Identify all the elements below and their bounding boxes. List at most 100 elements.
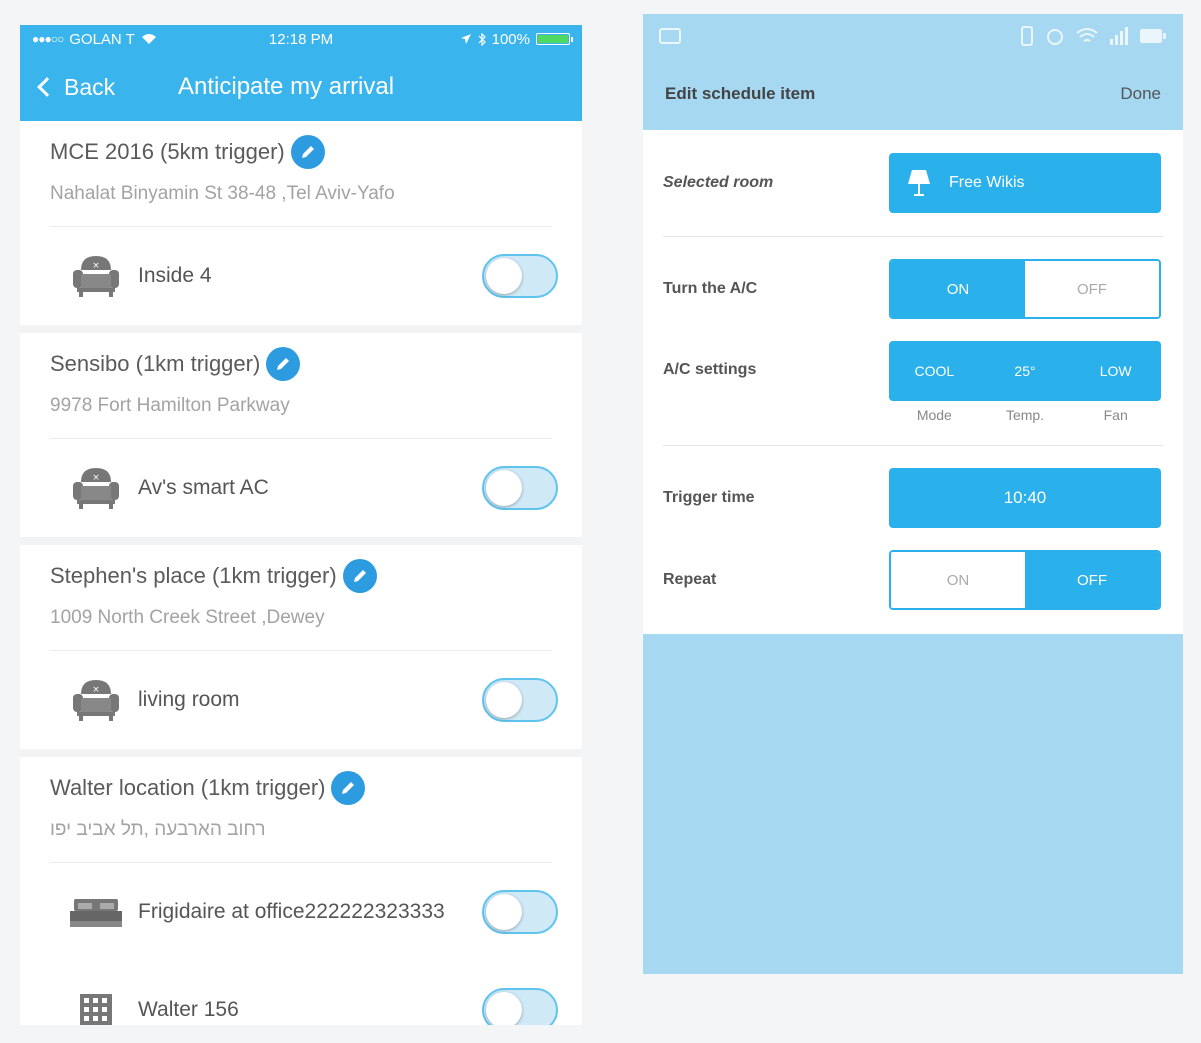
battery-icon: [536, 33, 573, 45]
device-row: × living room: [20, 651, 582, 749]
device-label: Inside 4: [138, 264, 212, 287]
turn-ac-off-option[interactable]: OFF: [1025, 261, 1159, 317]
device-toggle[interactable]: [482, 466, 558, 510]
wifi-icon: [1076, 28, 1098, 42]
building-icon: [68, 985, 124, 1025]
armchair-icon: ×: [68, 675, 124, 725]
done-button[interactable]: Done: [1120, 84, 1161, 104]
svg-text:×: ×: [92, 473, 100, 483]
toolbar-title: Edit schedule item: [665, 84, 816, 103]
device-row: Frigidaire at office222222323333: [20, 863, 582, 961]
device-toggle[interactable]: [482, 254, 558, 298]
toggle-knob: [486, 894, 522, 930]
edit-location-button[interactable]: [331, 771, 366, 805]
pencil-icon: [277, 358, 290, 370]
pencil-icon: [301, 146, 314, 158]
repeat-on-option[interactable]: ON: [891, 552, 1025, 608]
location-title-row: Walter location (1km trigger): [50, 771, 552, 805]
location-list: MCE 2016 (5km trigger) Nahalat Binyamin …: [20, 121, 582, 1025]
device-label: living room: [138, 688, 240, 711]
device-row: × Av's smart AC: [20, 439, 582, 537]
edit-location-button[interactable]: [290, 135, 325, 169]
back-button[interactable]: Back: [20, 74, 115, 101]
temp-caption: Temp.: [1005, 407, 1045, 423]
location-arrow-icon: [460, 34, 471, 44]
toggle-knob: [486, 682, 522, 718]
location-title-row: MCE 2016 (5km trigger): [50, 135, 552, 169]
pencil-icon: [353, 570, 366, 582]
selected-room-value: Free Wikis: [949, 174, 1025, 191]
notification-icon: [659, 28, 681, 44]
selected-room-button[interactable]: Free Wikis: [889, 153, 1161, 213]
device-toggle[interactable]: [482, 678, 558, 722]
location-group: Stephen's place (1km trigger) 1009 North…: [20, 545, 582, 757]
ac-settings-label: A/C settings: [663, 361, 757, 378]
status-right: 100%: [460, 30, 573, 48]
turn-ac-on-option[interactable]: ON: [891, 261, 1025, 317]
mode-value[interactable]: COOL: [889, 363, 980, 379]
vibrate-icon: [1021, 26, 1033, 46]
device-toggle[interactable]: [482, 890, 558, 934]
edit-location-button[interactable]: [342, 559, 377, 593]
trigger-time-row: Trigger time 10:40: [643, 468, 1183, 528]
location-title: Stephen's place (1km trigger): [50, 563, 337, 588]
svg-text:×: ×: [92, 685, 100, 695]
fan-value[interactable]: LOW: [1070, 363, 1161, 379]
location-title-row: Stephen's place (1km trigger): [50, 559, 552, 593]
android-status-bar: [643, 14, 1183, 58]
battery-icon: [1140, 29, 1166, 43]
location-title: Walter location (1km trigger): [50, 775, 326, 800]
location-title: MCE 2016 (5km trigger): [50, 139, 285, 164]
device-label: Av's smart AC: [138, 476, 269, 499]
chevron-left-icon: [37, 77, 57, 97]
mode-caption: Mode: [916, 407, 952, 423]
repeat-segmented: ON OFF: [889, 550, 1161, 610]
location-group: Sensibo (1km trigger) 9978 Fort Hamilton…: [20, 333, 582, 545]
alarm-icon: [1047, 29, 1063, 45]
trigger-time-button[interactable]: 10:40: [889, 468, 1161, 528]
battery-percent: 100%: [491, 30, 530, 48]
ac-settings-captions: Mode Temp. Fan: [889, 407, 1161, 423]
toggle-knob: [486, 992, 522, 1025]
device-row: Walter 156: [20, 961, 582, 1025]
location-group: Walter location (1km trigger) רחוב הארבע…: [20, 757, 582, 1025]
bluetooth-icon: [478, 32, 486, 46]
armchair-icon: ×: [68, 251, 124, 301]
trigger-time-label: Trigger time: [663, 489, 755, 506]
signal-icon: [1110, 27, 1128, 45]
repeat-label: Repeat: [663, 571, 717, 588]
ios-screen: ●●●○○ GOLAN T 12:18 PM 100% Back Anticip…: [20, 25, 582, 1025]
schedule-form: Selected room Free Wikis Turn the A/C ON…: [643, 130, 1183, 634]
bed-icon: [68, 887, 124, 937]
location-title: Sensibo (1km trigger): [50, 351, 261, 376]
ac-settings-control: COOL 25° LOW Mode Temp. Fan: [889, 341, 1161, 423]
device-label: Frigidaire at office222222323333: [138, 900, 445, 923]
device-toggle[interactable]: [482, 988, 558, 1025]
pencil-icon: [342, 782, 355, 794]
armchair-icon: ×: [68, 463, 124, 513]
turn-ac-label: Turn the A/C: [663, 280, 758, 297]
svg-text:×: ×: [92, 261, 100, 271]
toolbar: Edit schedule item Done: [643, 58, 1183, 130]
turn-ac-segmented: ON OFF: [889, 259, 1161, 319]
location-address: Nahalat Binyamin St 38-48 ,Tel Aviv-Yafo: [50, 183, 395, 204]
device-row: × Inside 4: [20, 227, 582, 325]
ac-settings-row: A/C settings COOL 25° LOW Mode Temp. Fan: [643, 341, 1183, 423]
status-bar: ●●●○○ GOLAN T 12:18 PM 100%: [20, 25, 582, 53]
selected-room-label: Selected room: [663, 174, 774, 191]
nav-bar: Back Anticipate my arrival: [20, 53, 582, 121]
location-header: MCE 2016 (5km trigger) Nahalat Binyamin …: [20, 121, 582, 227]
android-screen: Edit schedule item Done Selected room Fr…: [643, 14, 1183, 974]
signal-dots-icon: ●●●○○: [32, 32, 64, 46]
location-address: 9978 Fort Hamilton Parkway: [50, 395, 290, 416]
carrier-name: GOLAN T: [69, 30, 135, 48]
temp-value[interactable]: 25°: [980, 363, 1071, 379]
back-label: Back: [64, 73, 116, 100]
edit-location-button[interactable]: [266, 347, 301, 381]
page-title: Anticipate my arrival: [178, 73, 395, 100]
android-status-icons: [1019, 26, 1167, 46]
location-header: Stephen's place (1km trigger) 1009 North…: [20, 545, 582, 651]
repeat-off-option[interactable]: OFF: [1025, 552, 1159, 608]
fan-caption: Fan: [1103, 407, 1128, 423]
selected-room-row: Selected room Free Wikis: [643, 152, 1183, 214]
